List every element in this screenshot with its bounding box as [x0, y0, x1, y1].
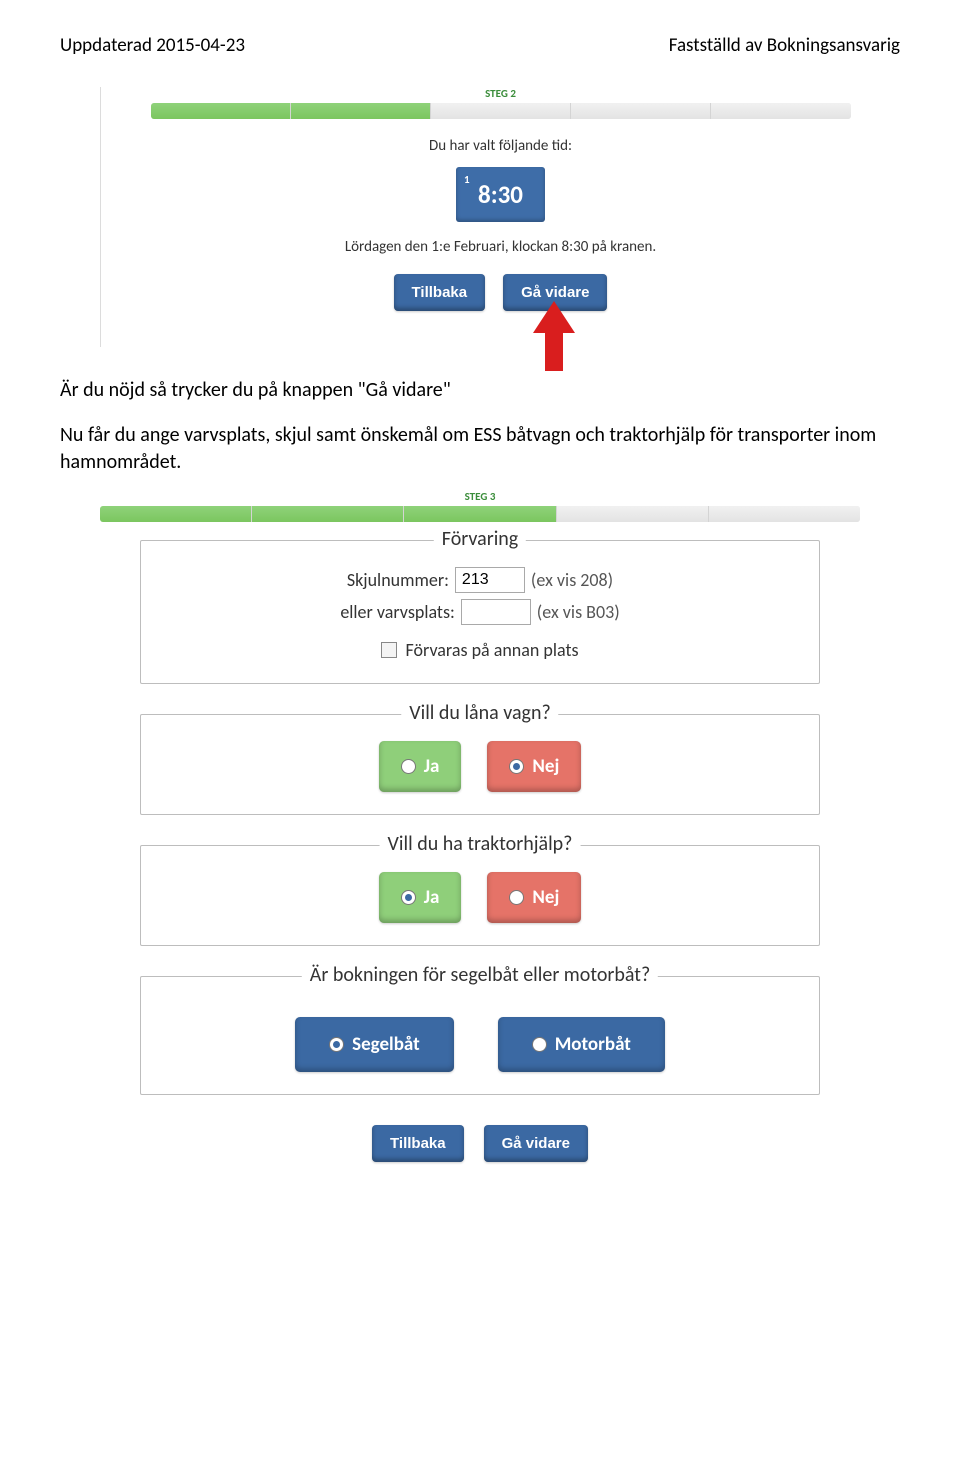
tractor-legend: Vill du ha traktorhjälp? — [380, 832, 581, 856]
radio-icon — [509, 890, 524, 905]
varv-hint: (ex vis B03) — [537, 601, 620, 623]
tractor-yes-button[interactable]: Ja — [379, 872, 462, 923]
tractor-no-button[interactable]: Nej — [487, 872, 581, 923]
wagon-legend: Vill du låna vagn? — [401, 701, 558, 725]
header-left: Uppdaterad 2015-04-23 — [60, 34, 245, 57]
segelbat-label: Segelbåt — [352, 1033, 420, 1056]
boat-legend: Är bokningen för segelbåt eller motorbåt… — [302, 963, 658, 987]
selected-time-slot[interactable]: 1 8:30 — [456, 167, 545, 222]
annan-plats-label: Förvaras på annan plats — [405, 639, 578, 661]
step2-progress-bar — [151, 103, 851, 119]
annan-plats-checkbox[interactable] — [381, 642, 397, 658]
step3-back-button[interactable]: Tillbaka — [372, 1125, 464, 1162]
storage-legend: Förvaring — [434, 527, 526, 551]
step3-next-button[interactable]: Gå vidare — [484, 1125, 588, 1162]
radio-icon — [509, 759, 524, 774]
motorbat-label: Motorbåt — [555, 1033, 631, 1056]
radio-icon — [401, 759, 416, 774]
skjul-input[interactable] — [455, 567, 525, 593]
segelbat-button[interactable]: Segelbåt — [295, 1017, 454, 1072]
tractor-fieldset: Vill du ha traktorhjälp? Ja Nej — [140, 845, 820, 946]
chosen-time-text: Du har valt följande tid: — [151, 137, 851, 155]
instruction-text-2: Nu får du ange varvsplats, skjul samt ön… — [60, 422, 900, 476]
varv-label: eller varvsplats: — [340, 601, 454, 623]
time-slot-time: 8:30 — [478, 179, 523, 210]
step2-label: STEG 2 — [151, 87, 851, 100]
back-button[interactable]: Tillbaka — [394, 274, 486, 311]
tractor-yes-label: Ja — [424, 886, 440, 909]
tractor-no-label: Nej — [532, 886, 559, 909]
time-slot-badge: 1 — [464, 173, 470, 186]
header-right: Fastställd av Bokningsansvarig — [669, 34, 900, 57]
wagon-yes-button[interactable]: Ja — [379, 741, 462, 792]
step3-progress-bar — [100, 506, 860, 522]
wagon-yes-label: Ja — [424, 755, 440, 778]
page-header: Uppdaterad 2015-04-23 Fastställd av Bokn… — [60, 34, 900, 57]
step2-container: STEG 2 Du har valt följande tid: 1 8:30 … — [100, 87, 900, 347]
radio-icon — [532, 1037, 547, 1052]
wagon-no-label: Nej — [532, 755, 559, 778]
boat-fieldset: Är bokningen för segelbåt eller motorbåt… — [140, 976, 820, 1095]
wagon-no-button[interactable]: Nej — [487, 741, 581, 792]
wagon-fieldset: Vill du låna vagn? Ja Nej — [140, 714, 820, 815]
motorbat-button[interactable]: Motorbåt — [498, 1017, 665, 1072]
storage-fieldset: Förvaring Skjulnummer: (ex vis 208) elle… — [140, 540, 820, 684]
skjul-label: Skjulnummer: — [347, 569, 449, 591]
varv-input[interactable] — [461, 599, 531, 625]
skjul-hint: (ex vis 208) — [531, 569, 613, 591]
instruction-text-1: Är du nöjd så trycker du på knappen "Gå … — [60, 377, 900, 404]
step3-label: STEG 3 — [100, 490, 860, 503]
red-arrow-icon — [531, 301, 577, 371]
selected-date-line: Lördagen den 1:e Februari, klockan 8:30 … — [151, 238, 851, 256]
radio-icon — [401, 890, 416, 905]
radio-icon — [329, 1037, 344, 1052]
